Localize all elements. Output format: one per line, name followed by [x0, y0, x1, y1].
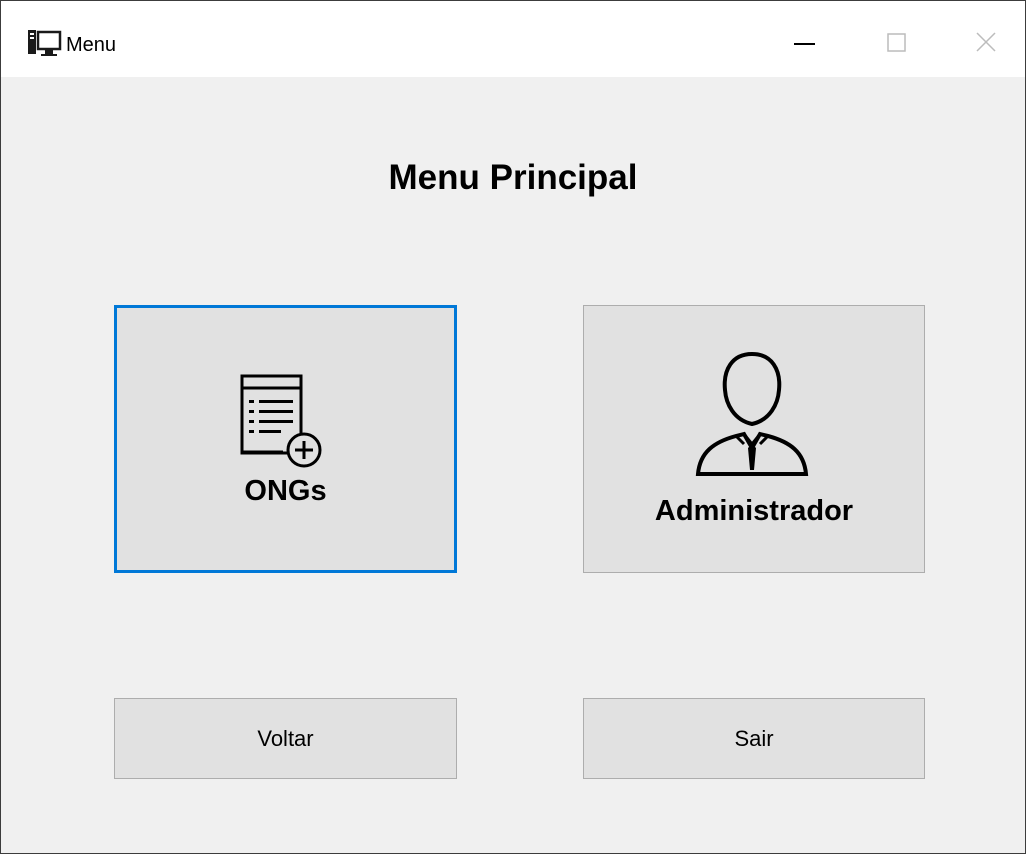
exit-button[interactable]: Sair [583, 698, 925, 779]
computer-icon [27, 29, 63, 61]
title-bar[interactable]: Menu [1, 1, 1025, 77]
maximize-button[interactable] [865, 21, 929, 67]
document-add-icon [237, 372, 337, 477]
admin-button[interactable]: Administrador [583, 305, 925, 573]
minimize-button[interactable] [773, 21, 837, 67]
maximize-icon [887, 33, 906, 52]
minimize-icon [794, 43, 815, 45]
page-title: Menu Principal [388, 158, 638, 197]
back-button-label: Voltar [257, 726, 314, 751]
user-icon [692, 348, 812, 483]
app-window: Menu Menu Principal ONGs Administrador V… [0, 0, 1026, 854]
close-icon [976, 32, 996, 52]
window-title: Menu [66, 34, 117, 56]
exit-button-label: Sair [734, 726, 774, 751]
admin-button-label: Administrador [654, 495, 854, 527]
ongs-button-label: ONGs [244, 475, 327, 507]
close-button[interactable] [955, 21, 1019, 67]
back-button[interactable]: Voltar [114, 698, 457, 779]
ongs-button[interactable]: ONGs [114, 305, 457, 573]
